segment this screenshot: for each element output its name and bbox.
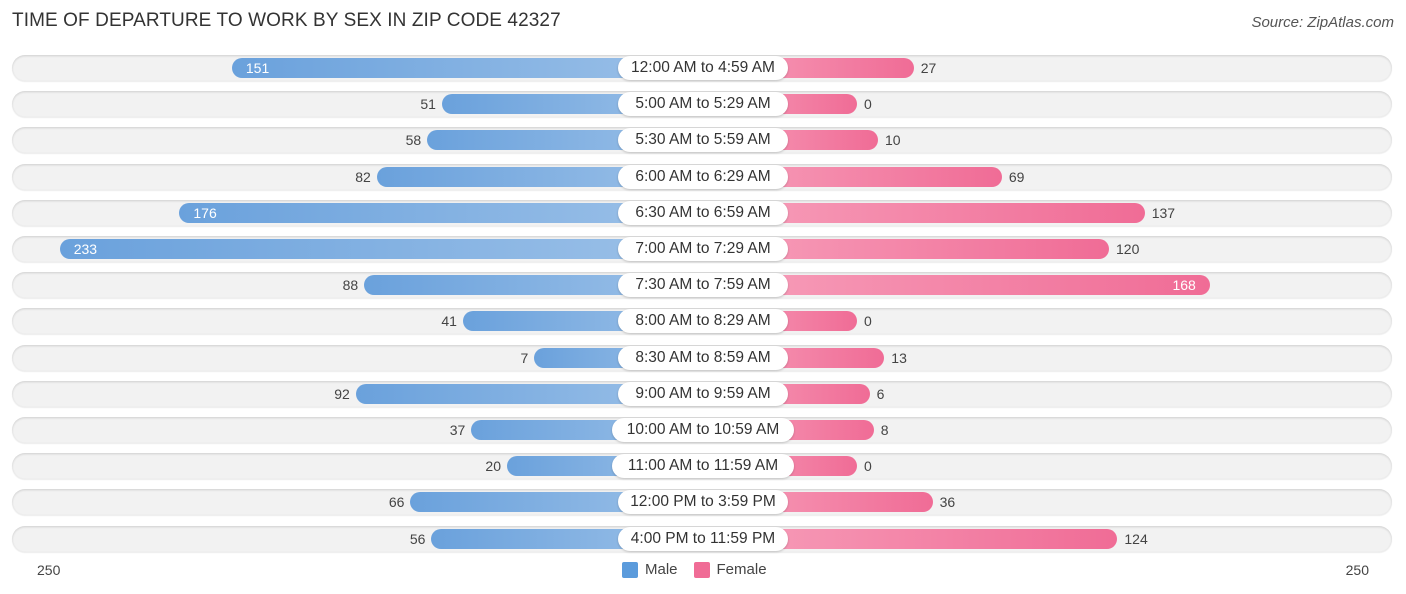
- male-value-label: 37: [449, 422, 466, 438]
- category-label: 9:00 AM to 9:59 AM: [618, 381, 788, 406]
- male-value-label: 233: [73, 241, 98, 257]
- male-value-label: 56: [409, 530, 426, 547]
- female-value-label: 69: [1008, 168, 1025, 185]
- category-label: 10:00 AM to 10:59 AM: [612, 418, 794, 442]
- female-value-label: 10: [885, 132, 901, 149]
- legend-female-label: Female: [716, 561, 767, 578]
- male-value-label: 66: [388, 494, 405, 511]
- female-value-label: 27: [920, 60, 937, 76]
- female-value-label: 13: [891, 349, 907, 366]
- male-value-label: 82: [355, 168, 371, 185]
- male-value-label: 41: [441, 313, 457, 330]
- male-value-label: 20: [485, 458, 501, 475]
- chart-title: TIME OF DEPARTURE TO WORK BY SEX IN ZIP …: [12, 10, 561, 31]
- male-value-label: 176: [193, 204, 217, 221]
- source-label: Source: ZipAtlas.com: [1251, 14, 1394, 31]
- legend-male-swatch: [622, 561, 638, 578]
- axis-right-label: 250: [1345, 562, 1369, 578]
- category-label: 6:00 AM to 6:29 AM: [618, 164, 788, 189]
- category-label: 11:00 AM to 11:59 AM: [612, 454, 794, 479]
- category-label: 8:00 AM to 8:29 AM: [618, 309, 788, 334]
- legend-male-label: Male: [645, 561, 678, 578]
- female-value-label: 0: [864, 458, 872, 475]
- female-value-label: 137: [1151, 204, 1176, 221]
- category-label: 6:30 AM to 6:59 AM: [618, 200, 788, 225]
- male-bar: [59, 239, 703, 259]
- female-value-label: 120: [1116, 241, 1140, 257]
- male-value-label: 92: [334, 385, 350, 402]
- female-value-label: 0: [864, 313, 872, 330]
- category-label: 4:00 PM to 11:59 PM: [618, 526, 788, 551]
- category-label: 12:00 AM to 4:59 AM: [618, 56, 788, 80]
- chart: TIME OF DEPARTURE TO WORK BY SEX IN ZIP …: [0, 0, 1406, 594]
- male-value-label: 151: [245, 60, 270, 76]
- female-value-label: 6: [876, 385, 885, 402]
- male-value-label: 7: [520, 349, 529, 366]
- female-value-label: 124: [1124, 530, 1148, 547]
- female-value-label: 36: [939, 494, 956, 511]
- female-value-label: 8: [880, 422, 889, 438]
- category-label: 5:00 AM to 5:29 AM: [618, 92, 788, 117]
- male-value-label: 51: [420, 96, 436, 113]
- female-value-label: 0: [864, 96, 872, 113]
- legend: Male Female: [622, 561, 767, 578]
- category-label: 5:30 AM to 5:59 AM: [618, 128, 788, 153]
- axis-left-label: 250: [37, 562, 61, 578]
- legend-female-swatch: [693, 561, 710, 578]
- category-label: 8:30 AM to 8:59 AM: [618, 345, 788, 370]
- category-label: 7:00 AM to 7:29 AM: [618, 237, 788, 261]
- male-value-label: 58: [405, 132, 422, 149]
- category-label: 12:00 PM to 3:59 PM: [618, 490, 788, 515]
- category-label: 7:30 AM to 7:59 AM: [618, 273, 788, 298]
- female-value-label: 168: [1172, 277, 1196, 294]
- male-value-label: 88: [342, 277, 359, 294]
